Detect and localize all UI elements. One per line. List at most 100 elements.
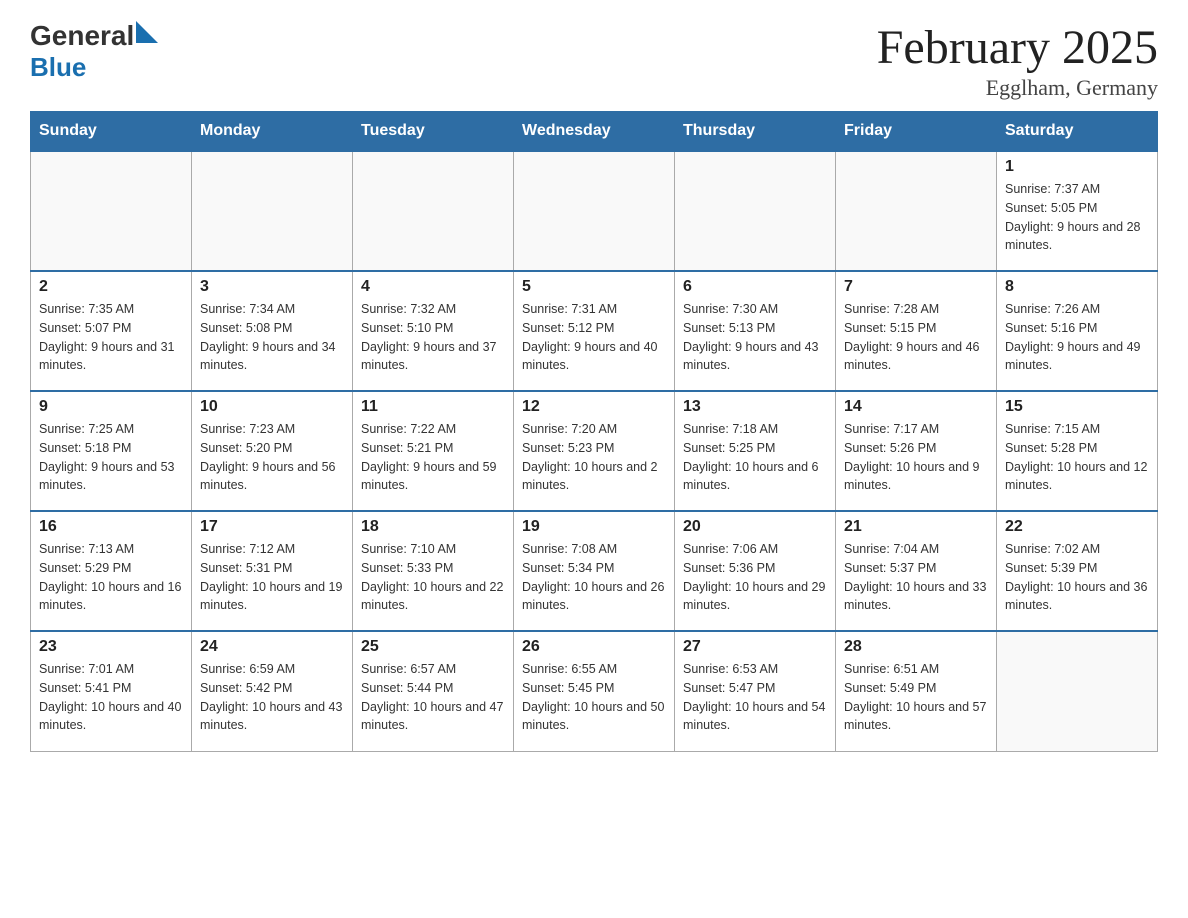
header-thursday: Thursday — [675, 112, 836, 152]
table-row: 7Sunrise: 7:28 AM Sunset: 5:15 PM Daylig… — [836, 271, 997, 391]
day-info: Sunrise: 6:57 AM Sunset: 5:44 PM Dayligh… — [361, 660, 505, 735]
day-info: Sunrise: 6:53 AM Sunset: 5:47 PM Dayligh… — [683, 660, 827, 735]
table-row: 28Sunrise: 6:51 AM Sunset: 5:49 PM Dayli… — [836, 631, 997, 751]
day-number: 26 — [522, 638, 666, 656]
day-number: 27 — [683, 638, 827, 656]
table-row: 14 Sunrise: 7:17 AM Sunset: 5:26 PM Dayli… — [836, 391, 997, 511]
table-row — [353, 151, 514, 271]
day-number: 20 — [683, 518, 827, 536]
day-info: Sunrise: 7:01 AM Sunset: 5:41 PM Dayligh… — [39, 660, 183, 735]
day-number: 11 — [361, 398, 505, 416]
table-row: 23 Sunrise: 7:01 AM Sunset: 5:41 PM Dayli… — [31, 631, 192, 751]
table-row: 4Sunrise: 7:32 AM Sunset: 5:10 PM Daylig… — [353, 271, 514, 391]
table-row: 22 Sunrise: 7:02 AM Sunset: 5:39 PM Dayli… — [997, 511, 1158, 631]
header-sunday: Sunday — [31, 112, 192, 152]
table-row — [836, 151, 997, 271]
day-info: Sunrise: 7:18 AM Sunset: 5:25 PM Dayligh… — [683, 420, 827, 495]
table-row: 21 Sunrise: 7:04 AM Sunset: 5:37 PM Dayli… — [836, 511, 997, 631]
table-row: 6 Sunrise: 7:30 AM Sunset: 5:13 PM Daylig… — [675, 271, 836, 391]
day-info: Sunrise: 7:20 AM Sunset: 5:23 PM Dayligh… — [522, 420, 666, 495]
day-info: Sunrise: 7:02 AM Sunset: 5:39 PM Dayligh… — [1005, 540, 1149, 615]
table-row — [514, 151, 675, 271]
day-number: 23 — [39, 638, 183, 656]
week-row-0: 1 Sunrise: 7:37 AM Sunset: 5:05 PM Daylig… — [31, 151, 1158, 271]
table-row: 25 Sunrise: 6:57 AM Sunset: 5:44 PM Dayli… — [353, 631, 514, 751]
table-row: 24 Sunrise: 6:59 AM Sunset: 5:42 PM Dayli… — [192, 631, 353, 751]
table-row — [31, 151, 192, 271]
day-number: 8 — [1005, 278, 1149, 296]
day-number: 24 — [200, 638, 344, 656]
day-number: 25 — [361, 638, 505, 656]
day-number: 22 — [1005, 518, 1149, 536]
day-number: 15 — [1005, 398, 1149, 416]
day-info: Sunrise: 7:08 AM Sunset: 5:34 PM Dayligh… — [522, 540, 666, 615]
table-row: 20 Sunrise: 7:06 AM Sunset: 5:36 PM Dayli… — [675, 511, 836, 631]
day-number: 19 — [522, 518, 666, 536]
week-row-2: 9 Sunrise: 7:25 AM Sunset: 5:18 PM Daylig… — [31, 391, 1158, 511]
day-info: Sunrise: 6:55 AM Sunset: 5:45 PM Dayligh… — [522, 660, 666, 735]
day-info: Sunrise: 7:04 AM Sunset: 5:37 PM Dayligh… — [844, 540, 988, 615]
day-info: Sunrise: 7:15 AM Sunset: 5:28 PM Dayligh… — [1005, 420, 1149, 495]
day-number: 3 — [200, 278, 344, 296]
day-number: 1 — [1005, 158, 1149, 176]
day-info: Sunrise: 7:10 AM Sunset: 5:33 PM Dayligh… — [361, 540, 505, 615]
table-row: 3Sunrise: 7:34 AM Sunset: 5:08 PM Daylig… — [192, 271, 353, 391]
day-number: 4 — [361, 278, 505, 296]
month-title: February 2025 — [877, 20, 1158, 75]
day-info: Sunrise: 7:26 AM Sunset: 5:16 PM Dayligh… — [1005, 300, 1149, 375]
table-row: 18Sunrise: 7:10 AM Sunset: 5:33 PM Dayli… — [353, 511, 514, 631]
day-number: 10 — [200, 398, 344, 416]
table-row: 11 Sunrise: 7:22 AM Sunset: 5:21 PM Dayli… — [353, 391, 514, 511]
table-row: 13 Sunrise: 7:18 AM Sunset: 5:25 PM Dayli… — [675, 391, 836, 511]
day-info: Sunrise: 7:30 AM Sunset: 5:13 PM Dayligh… — [683, 300, 827, 375]
day-info: Sunrise: 7:37 AM Sunset: 5:05 PM Dayligh… — [1005, 180, 1149, 255]
table-row: 2 Sunrise: 7:35 AM Sunset: 5:07 PM Daylig… — [31, 271, 192, 391]
table-row: 8 Sunrise: 7:26 AM Sunset: 5:16 PM Daylig… — [997, 271, 1158, 391]
weekday-header-row: Sunday Monday Tuesday Wednesday Thursday… — [31, 112, 1158, 152]
day-info: Sunrise: 7:17 AM Sunset: 5:26 PM Dayligh… — [844, 420, 988, 495]
day-number: 14 — [844, 398, 988, 416]
day-number: 21 — [844, 518, 988, 536]
header-saturday: Saturday — [997, 112, 1158, 152]
table-row: 1 Sunrise: 7:37 AM Sunset: 5:05 PM Daylig… — [997, 151, 1158, 271]
calendar-table: Sunday Monday Tuesday Wednesday Thursday… — [30, 111, 1158, 752]
day-number: 2 — [39, 278, 183, 296]
logo-triangle-icon — [136, 21, 158, 43]
day-number: 9 — [39, 398, 183, 416]
day-info: Sunrise: 7:13 AM Sunset: 5:29 PM Dayligh… — [39, 540, 183, 615]
day-info: Sunrise: 7:25 AM Sunset: 5:18 PM Dayligh… — [39, 420, 183, 495]
table-row: 9 Sunrise: 7:25 AM Sunset: 5:18 PM Daylig… — [31, 391, 192, 511]
day-info: Sunrise: 7:06 AM Sunset: 5:36 PM Dayligh… — [683, 540, 827, 615]
day-number: 28 — [844, 638, 988, 656]
table-row: 17 Sunrise: 7:12 AM Sunset: 5:31 PM Dayli… — [192, 511, 353, 631]
title-block: February 2025 Egglham, Germany — [877, 20, 1158, 101]
day-info: Sunrise: 7:23 AM Sunset: 5:20 PM Dayligh… — [200, 420, 344, 495]
logo: General Blue — [30, 20, 158, 83]
day-info: Sunrise: 7:31 AM Sunset: 5:12 PM Dayligh… — [522, 300, 666, 375]
day-info: Sunrise: 7:12 AM Sunset: 5:31 PM Dayligh… — [200, 540, 344, 615]
day-number: 6 — [683, 278, 827, 296]
table-row: 19 Sunrise: 7:08 AM Sunset: 5:34 PM Dayli… — [514, 511, 675, 631]
page-header: General Blue February 2025 Egglham, Germ… — [30, 20, 1158, 101]
day-info: Sunrise: 7:35 AM Sunset: 5:07 PM Dayligh… — [39, 300, 183, 375]
table-row: 5 Sunrise: 7:31 AM Sunset: 5:12 PM Daylig… — [514, 271, 675, 391]
table-row — [675, 151, 836, 271]
day-info: Sunrise: 7:22 AM Sunset: 5:21 PM Dayligh… — [361, 420, 505, 495]
table-row — [192, 151, 353, 271]
table-row: 15 Sunrise: 7:15 AM Sunset: 5:28 PM Dayli… — [997, 391, 1158, 511]
week-row-3: 16 Sunrise: 7:13 AM Sunset: 5:29 PM Dayli… — [31, 511, 1158, 631]
day-number: 13 — [683, 398, 827, 416]
location-title: Egglham, Germany — [877, 75, 1158, 101]
header-friday: Friday — [836, 112, 997, 152]
day-number: 17 — [200, 518, 344, 536]
day-number: 5 — [522, 278, 666, 296]
day-info: Sunrise: 6:59 AM Sunset: 5:42 PM Dayligh… — [200, 660, 344, 735]
table-row — [997, 631, 1158, 751]
table-row: 26 Sunrise: 6:55 AM Sunset: 5:45 PM Dayli… — [514, 631, 675, 751]
table-row: 12 Sunrise: 7:20 AM Sunset: 5:23 PM Dayli… — [514, 391, 675, 511]
table-row: 27 Sunrise: 6:53 AM Sunset: 5:47 PM Dayli… — [675, 631, 836, 751]
day-number: 12 — [522, 398, 666, 416]
logo-blue-text: Blue — [30, 52, 86, 83]
header-wednesday: Wednesday — [514, 112, 675, 152]
day-number: 16 — [39, 518, 183, 536]
